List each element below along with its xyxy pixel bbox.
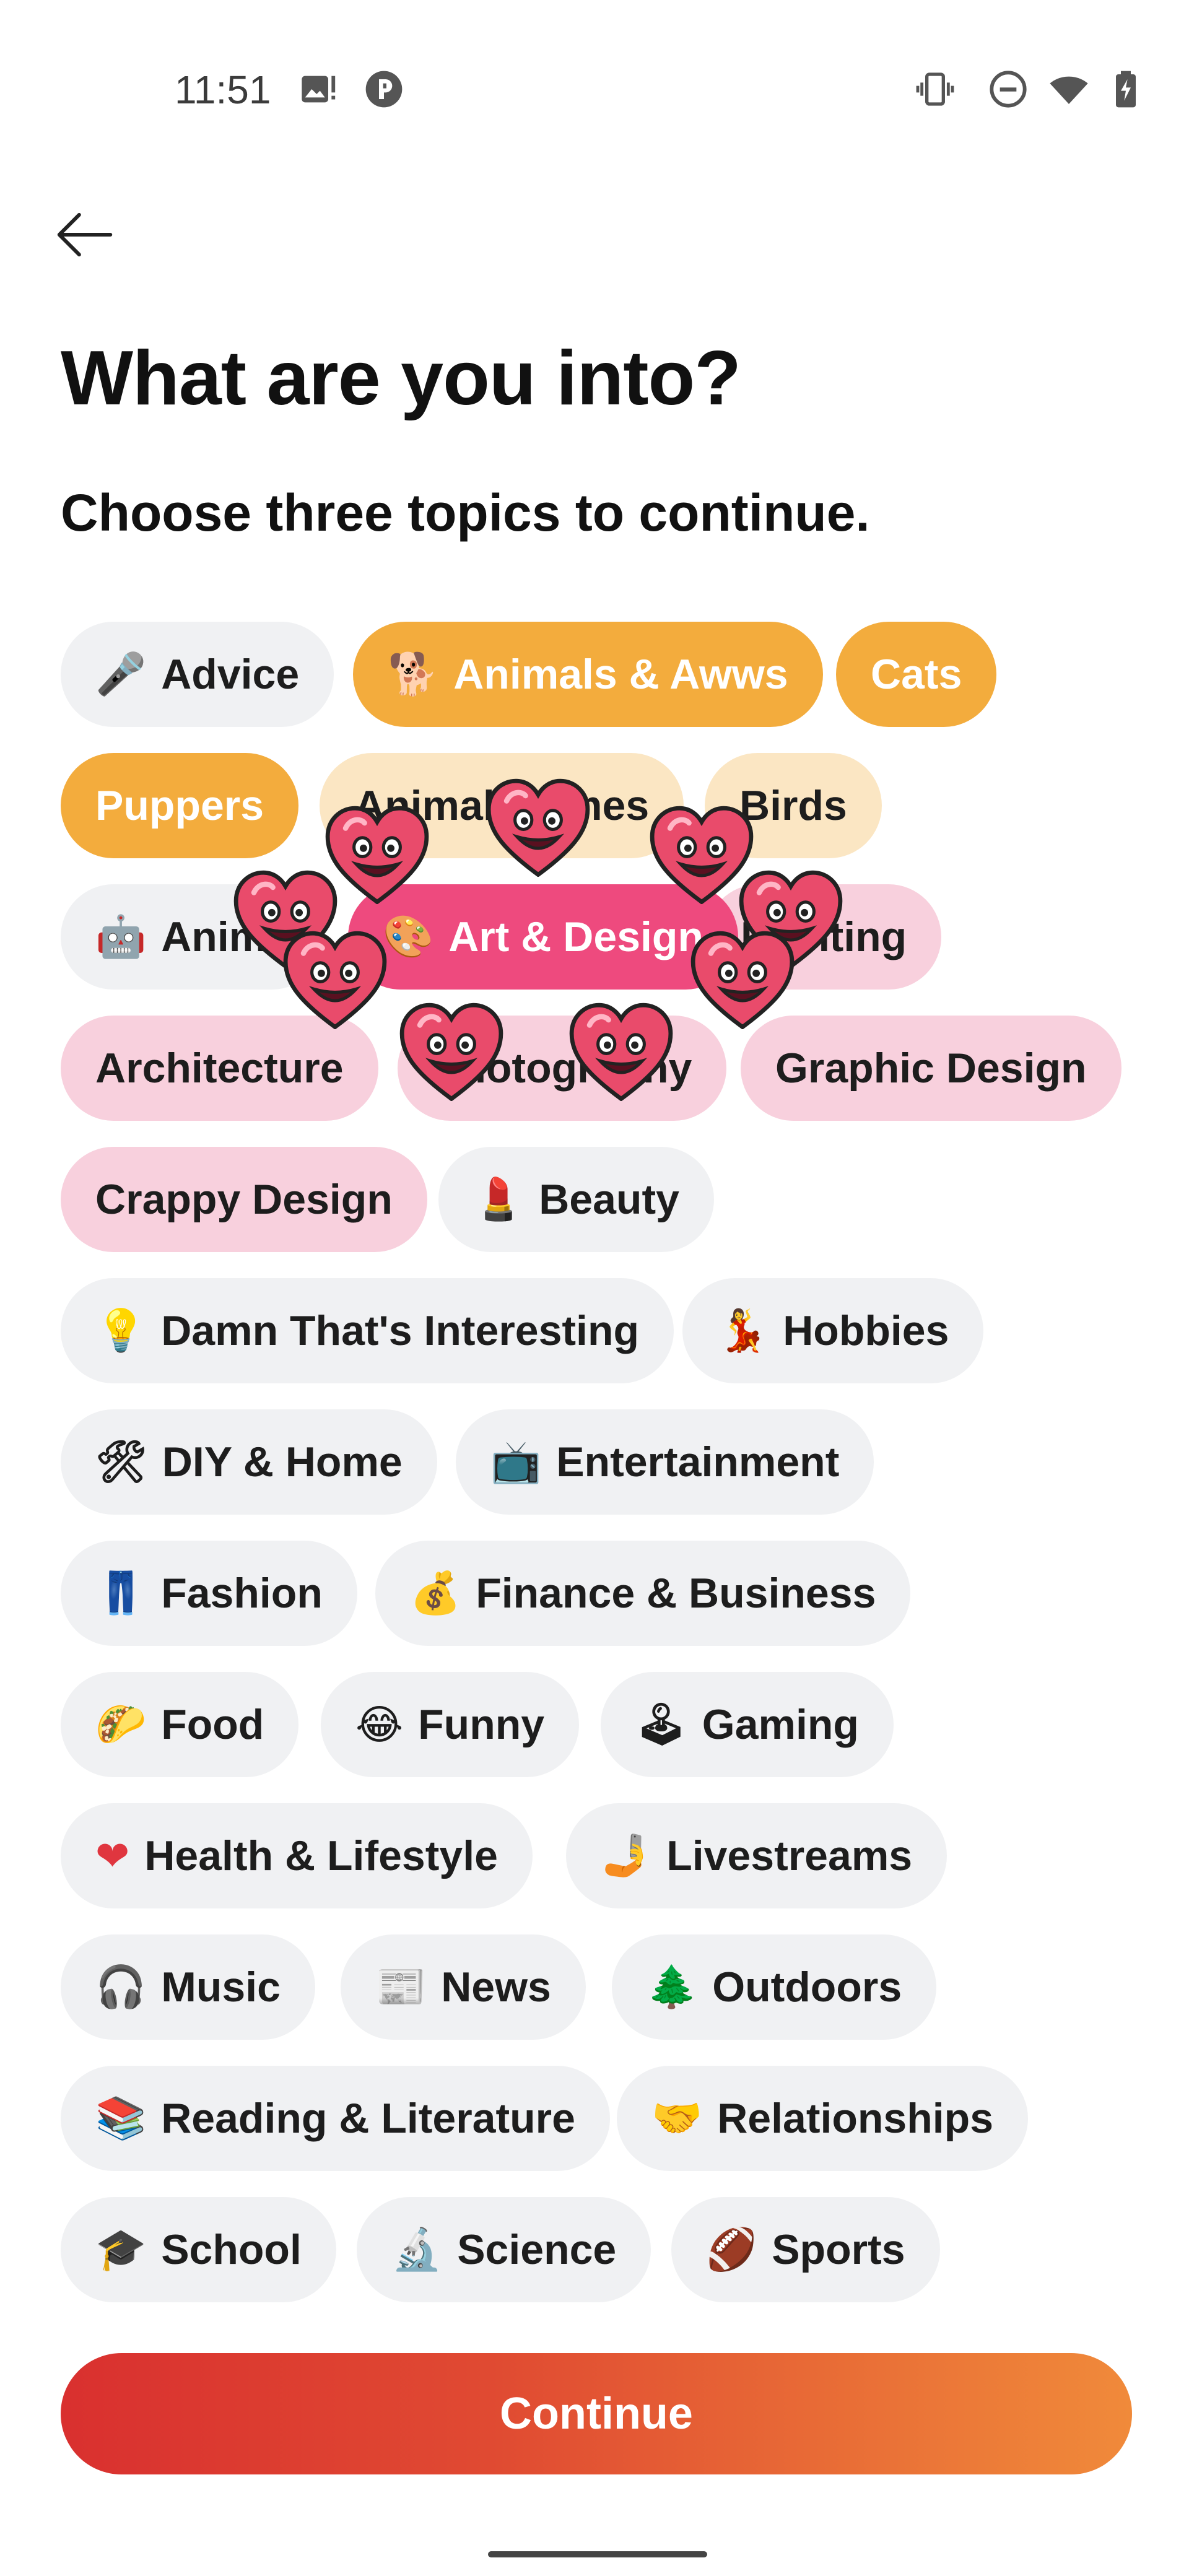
topic-chip-news[interactable]: 📰 News <box>341 1934 586 2040</box>
robot-icon: 🤖 <box>95 913 147 960</box>
topic-label: Fashion <box>161 1570 323 1617</box>
topic-chip-beauty[interactable]: 💄 Beauty <box>438 1147 714 1252</box>
topic-label: Painting <box>741 913 907 960</box>
graduation-cap-icon: 🎓 <box>95 2226 147 2273</box>
topic-chip-livestreams[interactable]: 🤳 Livestreams <box>566 1803 947 1908</box>
lightbulb-icon: 💡 <box>95 1307 147 1354</box>
topic-chip-sports[interactable]: 🏈 Sports <box>671 2197 940 2302</box>
topic-label: Relationships <box>717 2095 994 2142</box>
topic-chip-finance-business[interactable]: 💰 Finance & Business <box>375 1541 911 1646</box>
topic-label: Gaming <box>702 1701 859 1748</box>
topic-chip-photography[interactable]: Photography <box>398 1016 727 1121</box>
topic-chip-damn-thats-interesting[interactable]: 💡 Damn That's Interesting <box>61 1278 674 1383</box>
palette-icon: 🎨 <box>383 913 434 960</box>
topic-chip-advice[interactable]: 🎤 Advice <box>61 622 334 727</box>
tools-icon: 🛠 <box>95 1438 147 1486</box>
topic-chip-music[interactable]: 🎧 Music <box>61 1934 315 2040</box>
newspaper-icon: 📰 <box>375 1963 427 2011</box>
topic-label: Graphic Design <box>775 1045 1087 1092</box>
topic-label: Funny <box>418 1701 545 1748</box>
topic-chip-architecture[interactable]: Architecture <box>61 1016 378 1121</box>
tv-icon: 📺 <box>490 1438 542 1486</box>
books-icon: 📚 <box>95 2094 147 2142</box>
dog-icon: 🐕 <box>388 650 439 698</box>
handshake-icon: 🤝 <box>651 2094 703 2142</box>
taco-icon: 🌮 <box>95 1700 147 1748</box>
topic-label: Beauty <box>539 1176 679 1223</box>
joystick-icon: 🕹 <box>635 1700 687 1748</box>
topic-chip-animals-awws[interactable]: 🐕 Animals & Awws <box>353 622 823 727</box>
topic-label: Puppers <box>95 782 264 829</box>
topic-label: Birds <box>739 782 847 829</box>
topic-label: Science <box>457 2226 617 2273</box>
topic-chip-graphic-design[interactable]: Graphic Design <box>741 1016 1121 1121</box>
topic-chip-painting[interactable]: Painting <box>706 884 942 990</box>
topic-label: Anime <box>161 913 290 960</box>
topic-label: Damn That's Interesting <box>161 1307 640 1354</box>
selfie-icon: 🤳 <box>601 1832 652 1879</box>
topic-label: Health & Lifestyle <box>144 1832 498 1879</box>
topic-label: Livestreams <box>666 1832 913 1879</box>
topic-chip-food[interactable]: 🌮 Food <box>61 1672 299 1777</box>
topic-chip-gaming[interactable]: 🕹 Gaming <box>601 1672 894 1777</box>
microscope-icon: 🔬 <box>391 2226 443 2273</box>
topic-label: Music <box>161 1964 281 2011</box>
topic-chip-anime[interactable]: 🤖 Anime <box>61 884 325 990</box>
heart-icon: ❤ <box>95 1832 130 1880</box>
topic-label: Entertainment <box>556 1438 840 1486</box>
topic-chip-science[interactable]: 🔬 Science <box>357 2197 651 2302</box>
dancer-icon: 💃 <box>717 1307 769 1354</box>
topic-label: School <box>161 2226 302 2273</box>
topic-label: Crappy Design <box>95 1176 393 1223</box>
topic-chip-outdoors[interactable]: 🌲 Outdoors <box>612 1934 937 2040</box>
football-icon: 🏈 <box>706 2226 757 2273</box>
topic-chip-funny[interactable]: 😂 Funny <box>321 1672 580 1777</box>
topic-label: Architecture <box>95 1045 344 1092</box>
topic-chip-school[interactable]: 🎓 School <box>61 2197 336 2302</box>
topic-label: Sports <box>772 2226 905 2273</box>
evergreen-tree-icon: 🌲 <box>647 1963 698 2011</box>
topic-chip-puppers[interactable]: Puppers <box>61 753 299 858</box>
topic-label: Photography <box>432 1045 692 1092</box>
topic-label: Animals & Awws <box>453 651 788 698</box>
topic-chip-grid: 🎤 Advice 🐕 Animals & Awws Cats Puppers Ani… <box>0 0 1189 2353</box>
money-bag-icon: 💰 <box>410 1569 461 1617</box>
topic-label: News <box>441 1964 551 2011</box>
continue-button[interactable]: Continue <box>61 2353 1132 2474</box>
jeans-icon: 👖 <box>95 1569 147 1617</box>
topic-chip-diy-home[interactable]: 🛠 DIY & Home <box>61 1409 437 1515</box>
topic-chip-cats[interactable]: Cats <box>836 622 997 727</box>
home-indicator <box>488 2551 707 2557</box>
topic-label: Food <box>161 1701 264 1748</box>
topic-chip-birds[interactable]: Birds <box>705 753 882 858</box>
topic-chip-fashion[interactable]: 👖 Fashion <box>61 1541 357 1646</box>
laughing-face-icon: 😂 <box>355 1700 404 1749</box>
topic-chip-reading-literature[interactable]: 📚 Reading & Literature <box>61 2066 610 2171</box>
topic-label: Advice <box>161 651 300 698</box>
topic-label: Hobbies <box>783 1307 949 1354</box>
topic-label: Reading & Literature <box>161 2095 575 2142</box>
topic-label: Art & Design <box>448 913 704 960</box>
topic-label: Cats <box>871 651 962 698</box>
topic-chip-relationships[interactable]: 🤝 Relationships <box>617 2066 1029 2171</box>
topic-chip-hobbies[interactable]: 💃 Hobbies <box>682 1278 984 1383</box>
topic-label: Animal Memes <box>354 782 650 829</box>
topic-chip-art-design[interactable]: 🎨 Art & Design <box>348 884 739 990</box>
topic-chip-crappy-design[interactable]: Crappy Design <box>61 1147 427 1252</box>
topic-label: Finance & Business <box>476 1570 876 1617</box>
headphones-icon: 🎧 <box>95 1963 147 2011</box>
lipstick-icon: 💄 <box>473 1175 525 1223</box>
topic-label: DIY & Home <box>162 1438 403 1486</box>
topic-label: Outdoors <box>712 1964 902 2011</box>
topic-chip-entertainment[interactable]: 📺 Entertainment <box>456 1409 874 1515</box>
topic-chip-health-lifestyle[interactable]: ❤ Health & Lifestyle <box>61 1803 533 1908</box>
topic-chip-animal-memes[interactable]: Animal Memes <box>320 753 684 858</box>
microphone-icon: 🎤 <box>95 650 147 698</box>
